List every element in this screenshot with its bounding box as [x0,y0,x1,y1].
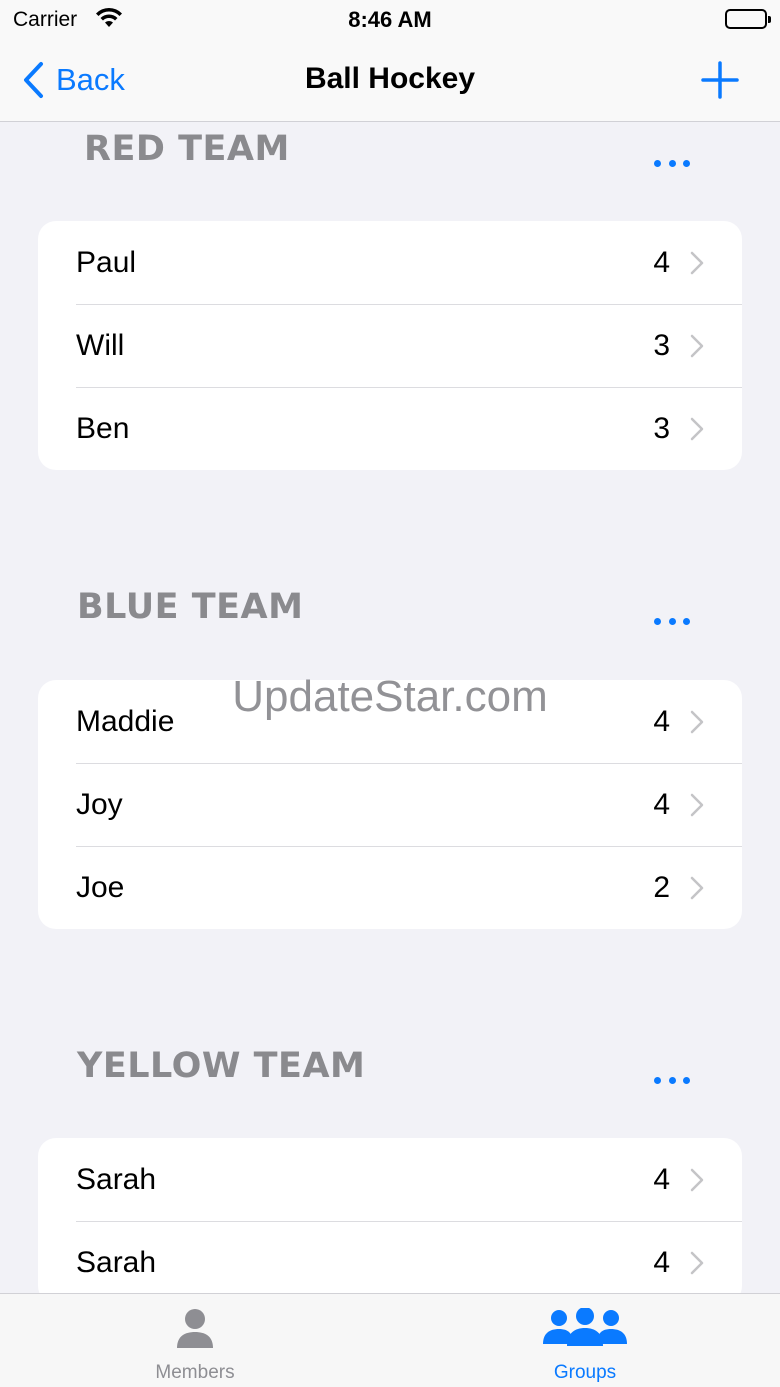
member-name: Joe [76,871,125,904]
list-item[interactable]: Paul 4 [38,221,742,304]
chevron-right-icon [690,334,704,358]
member-name: Sarah [76,1163,157,1196]
member-name: Ben [76,412,130,445]
section-header-yellow-team: YELLOW TEAM [0,1046,780,1106]
member-name: Joy [76,788,123,821]
more-options-button[interactable] [654,611,690,631]
member-count: 4 [653,1246,670,1279]
list-item[interactable]: Sarah 4 [38,1221,742,1293]
member-count: 3 [653,329,670,362]
groups-list[interactable]: RED TEAM Paul 4 Will 3 Ben 3 BLUE TEAM M… [0,123,780,1293]
tab-label: Members [155,1362,235,1383]
section-title: RED TEAM [84,129,290,169]
list-item[interactable]: Will 3 [38,304,742,387]
red-team-card: Paul 4 Will 3 Ben 3 [38,221,742,470]
section-title: BLUE TEAM [77,587,304,627]
member-count: 2 [653,871,670,904]
member-count: 3 [653,412,670,445]
member-name: Maddie [76,705,175,738]
section-header-red-team: RED TEAM [0,129,780,189]
ellipsis-icon [654,159,661,167]
list-item[interactable]: Joe 2 [38,846,742,929]
chevron-right-icon [690,876,704,900]
more-options-button[interactable] [654,1070,690,1090]
chevron-right-icon [690,251,704,275]
chevron-right-icon [690,710,704,734]
member-count: 4 [653,705,670,738]
member-count: 4 [653,788,670,821]
navigation-bar: Back Ball Hockey [0,40,780,122]
member-name: Will [76,329,125,362]
tab-label: Groups [553,1362,617,1383]
member-count: 4 [653,1163,670,1196]
tab-groups[interactable]: Groups [390,1294,780,1387]
list-item[interactable]: Ben 3 [38,387,742,470]
status-time: 8:46 AM [348,7,432,32]
list-item[interactable]: Sarah 4 [38,1138,742,1221]
group-icon [543,1308,627,1346]
member-name: Sarah [76,1246,157,1279]
section-title: YELLOW TEAM [77,1046,366,1086]
member-count: 4 [653,246,670,279]
tab-bar: Members Groups [0,1293,780,1387]
member-name: Paul [76,246,137,279]
battery-icon [725,9,771,29]
page-title: Ball Hockey [304,62,476,95]
person-icon [177,1309,213,1348]
more-options-button[interactable] [654,153,690,173]
blue-team-card: Maddie 4 Joy 4 Joe 2 [38,680,742,929]
yellow-team-card: Sarah 4 Sarah 4 [38,1138,742,1293]
ellipsis-icon [654,1076,661,1084]
chevron-right-icon [690,1168,704,1192]
section-header-blue-team: BLUE TEAM [0,587,780,647]
chevron-right-icon [690,793,704,817]
add-button[interactable] [700,60,740,100]
ellipsis-icon [654,617,661,625]
chevron-right-icon [690,417,704,441]
list-item[interactable]: Joy 4 [38,763,742,846]
plus-icon [701,61,739,99]
status-bar: Carrier 8:46 AM [0,0,780,40]
chevron-right-icon [690,1251,704,1275]
tab-members[interactable]: Members [0,1294,390,1387]
list-item[interactable]: Maddie 4 [38,680,742,763]
